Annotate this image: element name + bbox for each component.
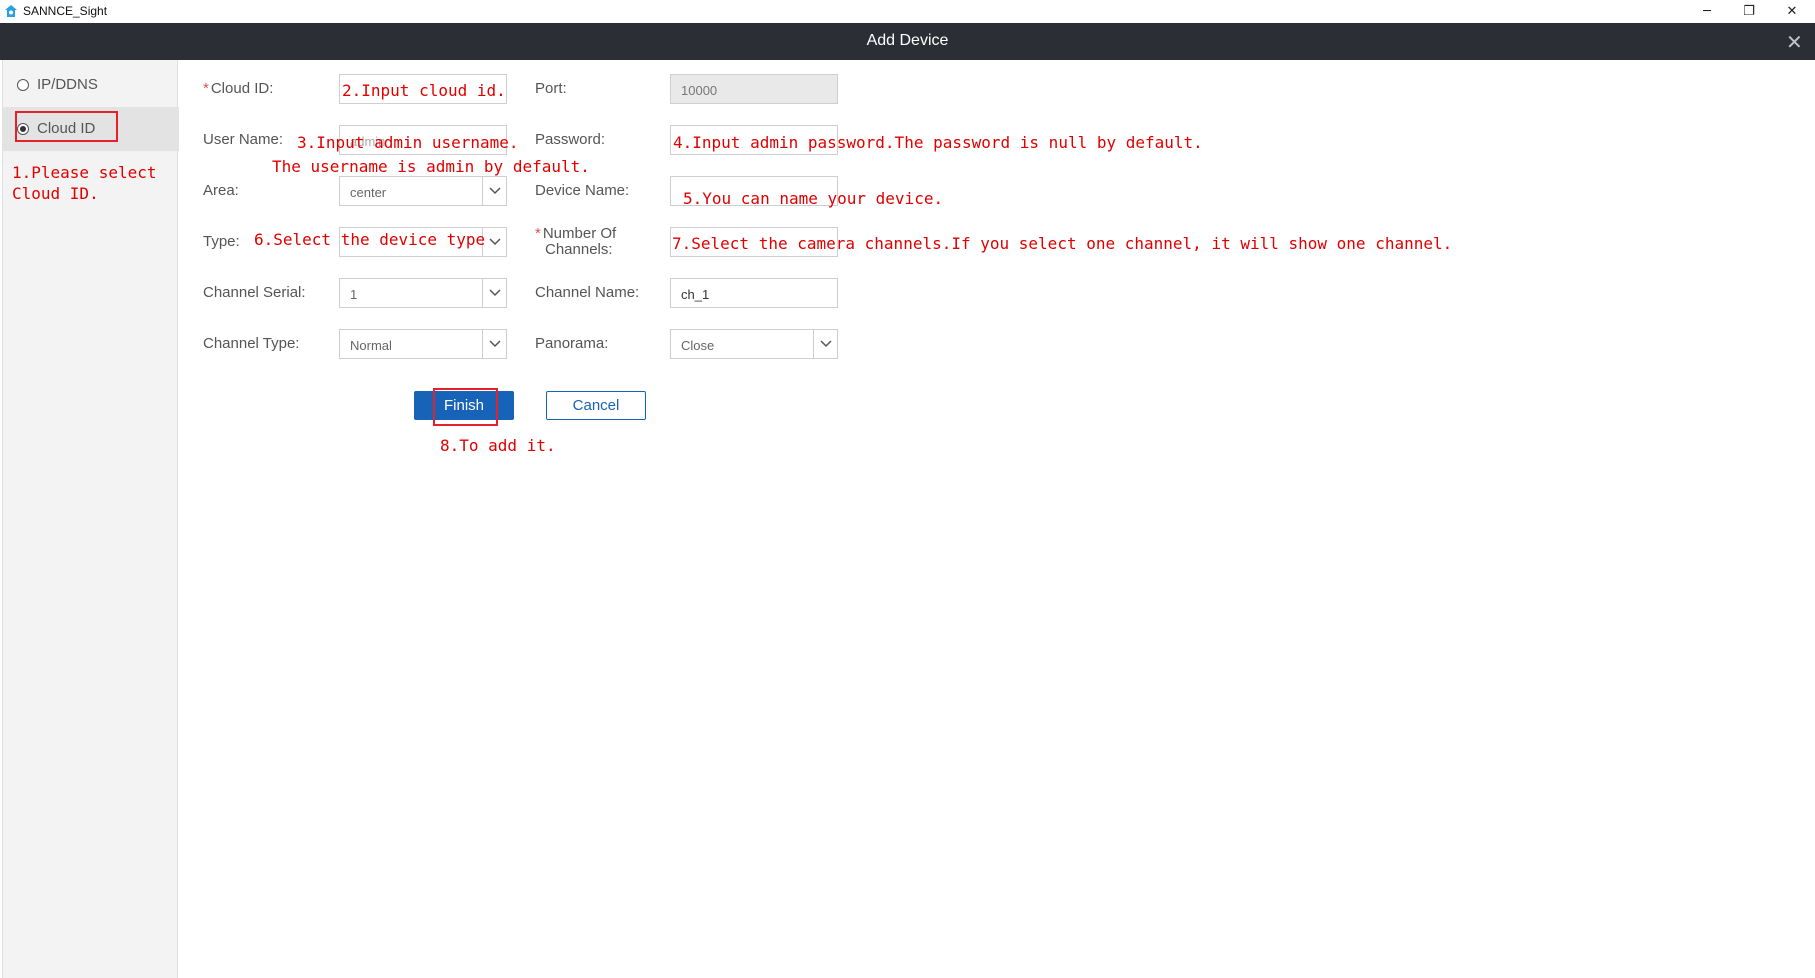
sidebar-item-ip-ddns[interactable]: IP/DDNS — [3, 63, 179, 107]
channel-serial-select[interactable]: 1 — [339, 278, 507, 308]
user-name-label: User Name: — [203, 131, 284, 148]
annotation-step-8: 8.To add it. — [440, 436, 556, 455]
dialog-title: Add Device — [866, 32, 949, 49]
chevron-down-icon[interactable] — [482, 330, 506, 358]
dialog-close-icon[interactable]: ✕ — [1786, 30, 1803, 54]
number-of-channels-label-line1: Number Of — [542, 225, 617, 242]
panorama-value: Close — [681, 338, 715, 353]
annotation-step-3-line2: The username is admin by default. — [272, 157, 590, 176]
device-name-label: Device Name: — [535, 182, 630, 199]
panorama-select[interactable]: Close — [670, 329, 838, 359]
annotation-step-5: 5.You can name your device. — [683, 189, 944, 208]
restore-button[interactable]: ❐ — [1729, 0, 1769, 23]
annotation-step-4: 4.Input admin password.The password is n… — [673, 133, 1203, 152]
channel-type-select[interactable]: Normal — [339, 329, 507, 359]
panorama-label: Panorama: — [535, 335, 609, 352]
channel-serial-value: 1 — [350, 287, 358, 302]
channel-type-value: Normal — [350, 338, 392, 353]
channel-name-label: Channel Name: — [535, 284, 640, 301]
channel-type-label: Channel Type: — [203, 335, 300, 352]
annotation-step-1-line2: Cloud ID. — [12, 184, 99, 203]
chevron-down-icon[interactable] — [482, 177, 506, 205]
annotation-step-2: 2.Input cloud id. — [342, 81, 506, 100]
minimize-button[interactable]: ─ — [1687, 0, 1727, 23]
window-close-button[interactable]: ✕ — [1772, 0, 1812, 23]
app-logo-icon — [5, 5, 17, 17]
app-title: SANNCE_Sight — [23, 4, 108, 18]
chevron-down-icon[interactable] — [813, 330, 837, 358]
dialog-header: Add Device ✕ — [0, 23, 1815, 60]
area-label: Area: — [203, 182, 239, 199]
cloud-id-label: * Cloud ID: — [203, 80, 273, 97]
required-mark: * — [203, 80, 209, 97]
os-title-bar: SANNCE_Sight ─ ❐ ✕ — [0, 0, 1815, 23]
radio-ip-ddns[interactable] — [17, 79, 29, 91]
annotation-step-1: 1.Please select Cloud ID. — [12, 162, 157, 204]
type-label: Type: — [203, 233, 240, 250]
annotation-box-finish — [433, 388, 498, 426]
required-mark: * — [535, 225, 541, 242]
cloud-id-label-text: Cloud ID: — [210, 80, 274, 97]
port-input: 10000 — [670, 74, 838, 104]
annotation-box-cloud-id — [15, 111, 118, 142]
channel-name-input[interactable]: ch_1 — [670, 278, 838, 308]
chevron-down-icon[interactable] — [482, 228, 506, 256]
chevron-down-icon[interactable] — [482, 279, 506, 307]
area-select[interactable]: center — [339, 176, 507, 206]
cancel-button[interactable]: Cancel — [546, 391, 646, 420]
password-label: Password: — [535, 131, 606, 148]
annotation-step-3-line1: 3.Input admin username. — [297, 133, 519, 152]
area-select-value: center — [350, 185, 387, 200]
number-of-channels-label: * Number Of Channels: — [535, 226, 616, 258]
annotation-step-1-line1: 1.Please select — [12, 163, 157, 182]
annotation-step-7: 7.Select the camera channels.If you sele… — [672, 234, 1453, 253]
port-label: Port: — [535, 80, 567, 97]
sidebar-item-label: IP/DDNS — [37, 76, 98, 93]
annotation-step-6: 6.Select the device type — [254, 230, 486, 249]
number-of-channels-label-line2: Channels: — [545, 241, 613, 258]
channel-serial-label: Channel Serial: — [203, 284, 306, 301]
